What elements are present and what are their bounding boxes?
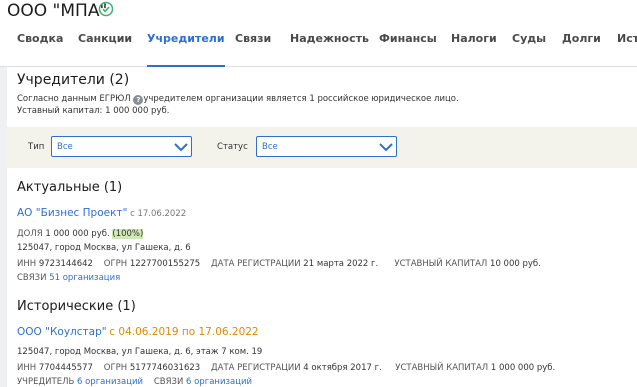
capital-note: Уставный капитал: 1 000 000 руб. <box>17 106 170 116</box>
tab-sanctions[interactable]: Санкции <box>78 29 132 67</box>
tab-debts[interactable]: Долги <box>562 29 601 67</box>
share-percent: (100%) <box>112 229 144 239</box>
company-header: ООО "МПА" Сводка Санкции Учредители Связ… <box>0 0 637 67</box>
historic-founder-link[interactable]: ООО "Коулстар" <box>17 326 107 338</box>
tab-taxes[interactable]: Налоги <box>451 29 497 67</box>
actual-links-link[interactable]: 51 организация <box>49 273 120 283</box>
tab-finance[interactable]: Финансы <box>379 29 437 67</box>
historic-details: ИНН 7704445577 ОГРН 5177746031623 ДАТА Р… <box>17 363 556 373</box>
egrul-note: Согласно данным ЕГРЮЛ ? учредителем орган… <box>17 94 459 105</box>
tab-courts[interactable]: Суды <box>512 29 546 67</box>
actual-founder: АО "Бизнес Проект" с 17.06.2022 <box>17 207 187 219</box>
historic-links-link[interactable]: 6 организаций <box>186 377 252 387</box>
filter-bar: Тип Все Статус Все <box>7 127 637 168</box>
historic-title: Исторические (1) <box>17 299 136 314</box>
historic-links: УЧРЕДИТЕЛЬ 6 организаций СВЯЗИ 6 организ… <box>17 377 253 387</box>
chevron-down-icon <box>379 143 393 152</box>
tab-connections[interactable]: Связи <box>235 29 271 67</box>
actual-links: СВЯЗИ 51 организация <box>17 273 121 283</box>
historic-founder-count-link[interactable]: 6 организаций <box>77 377 143 387</box>
tab-founders[interactable]: Учредители <box>147 29 225 67</box>
tab-summary[interactable]: Сводка <box>17 29 63 67</box>
chevron-down-icon <box>174 143 188 152</box>
actual-share: ДОЛЯ 1 000 000 руб. (100%) <box>17 229 144 239</box>
type-filter-label: Тип <box>28 142 45 152</box>
status-filter-label: Статус <box>217 142 248 152</box>
status-select[interactable]: Все <box>256 136 397 157</box>
historic-address: 125047, город Москва, ул Гашека, д. 6, э… <box>17 347 263 357</box>
founders-panel: Учредители (2) Согласно данным ЕГРЮЛ ? уч… <box>7 67 637 387</box>
actual-title: Актуальные (1) <box>17 180 123 195</box>
type-select[interactable]: Все <box>51 136 192 157</box>
verified-check-icon <box>98 1 114 17</box>
tab-reliability[interactable]: Надежность <box>290 29 369 67</box>
actual-details: ИНН 9723144642 ОГРН 1227700155275 ДАТА Р… <box>17 259 541 269</box>
company-name: ООО "МПА" <box>7 1 108 21</box>
tab-history[interactable]: Исто <box>617 29 637 67</box>
historic-founder: ООО "Коулстар" с 04.06.2019 по 17.06.202… <box>17 326 259 338</box>
founders-title: Учредители (2) <box>17 72 130 88</box>
actual-address: 125047, город Москва, ул Гашека, д. 6 <box>17 243 191 253</box>
help-icon[interactable]: ? <box>133 95 144 105</box>
actual-founder-link[interactable]: АО "Бизнес Проект" <box>17 207 127 219</box>
